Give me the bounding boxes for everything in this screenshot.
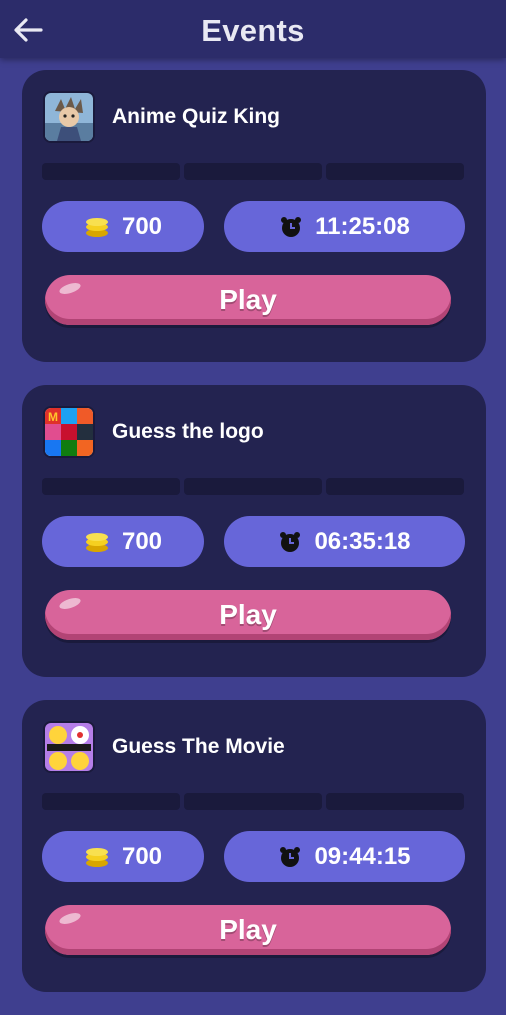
timer-value: 09:44:15 xyxy=(314,842,411,870)
button-shine xyxy=(58,595,82,612)
timer-pill: 06:35:18 xyxy=(224,516,465,567)
play-label: Play xyxy=(219,599,277,630)
progress-segment xyxy=(184,163,322,180)
coins-pill: 700 xyxy=(42,201,204,252)
alarm-clock-icon xyxy=(278,530,302,554)
timer-pill: 11:25:08 xyxy=(224,201,465,252)
play-label: Play xyxy=(219,284,277,315)
progress-bar xyxy=(42,163,464,180)
play-button[interactable]: Play xyxy=(45,905,451,955)
event-title: Guess the logo xyxy=(112,420,264,443)
movie-emoji-icon xyxy=(43,721,95,773)
button-shine xyxy=(58,910,82,927)
event-list: Anime Quiz King 700 11:25:08 Play M Gues… xyxy=(22,70,486,1015)
event-card: Anime Quiz King 700 11:25:08 Play xyxy=(22,70,486,362)
alarm-clock-icon xyxy=(278,845,302,869)
svg-text:M: M xyxy=(48,410,58,424)
brand-logos-icon: M xyxy=(43,406,95,458)
coins-value: 700 xyxy=(121,212,163,240)
coins-value: 700 xyxy=(121,527,163,555)
progress-segment xyxy=(326,793,464,810)
progress-segment xyxy=(326,163,464,180)
timer-value: 11:25:08 xyxy=(315,212,410,240)
coins-value: 700 xyxy=(121,842,163,870)
coin-stack-icon xyxy=(84,846,110,868)
alarm-clock-icon xyxy=(279,215,303,239)
event-title: Anime Quiz King xyxy=(112,105,280,128)
coin-stack-icon xyxy=(84,216,110,238)
coins-pill: 700 xyxy=(42,516,204,567)
timer-value: 06:35:18 xyxy=(314,527,411,555)
play-button[interactable]: Play xyxy=(45,590,451,640)
coins-pill: 700 xyxy=(42,831,204,882)
progress-segment xyxy=(42,793,180,810)
button-shine xyxy=(58,280,82,297)
anime-character-icon xyxy=(43,91,95,143)
progress-segment xyxy=(326,478,464,495)
coin-stack-icon xyxy=(84,531,110,553)
timer-pill: 09:44:15 xyxy=(224,831,465,882)
event-card: M Guess the logo 700 06:35:18 Play xyxy=(22,385,486,677)
progress-segment xyxy=(184,793,322,810)
play-button[interactable]: Play xyxy=(45,275,451,325)
page-title: Events xyxy=(201,13,305,48)
top-bar: Events xyxy=(0,0,506,58)
progress-bar xyxy=(42,793,464,810)
progress-segment xyxy=(184,478,322,495)
progress-segment xyxy=(42,478,180,495)
play-label: Play xyxy=(219,914,277,945)
progress-bar xyxy=(42,478,464,495)
event-card: Guess The Movie 700 09:44:15 Play xyxy=(22,700,486,992)
event-title: Guess The Movie xyxy=(112,735,285,758)
progress-segment xyxy=(42,163,180,180)
